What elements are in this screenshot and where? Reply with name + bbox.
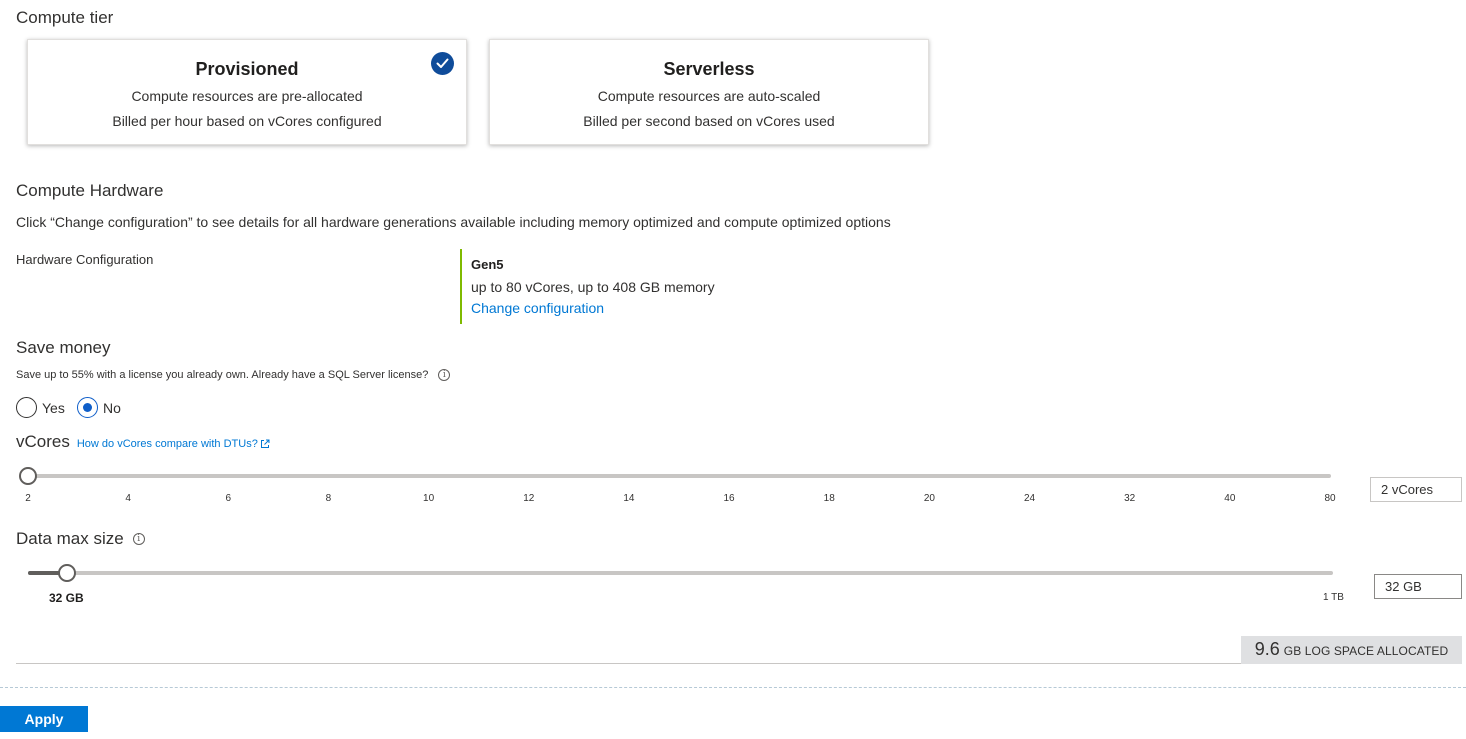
tier-description-line1: Compute resources are pre-allocated bbox=[131, 88, 363, 104]
hardware-spec: up to 80 vCores, up to 408 GB memory bbox=[471, 279, 715, 295]
vcores-tick-label: 2 bbox=[25, 493, 31, 504]
checkmark-icon bbox=[431, 52, 454, 75]
tier-description-line2: Billed per second based on vCores used bbox=[583, 113, 835, 129]
license-question: Save up to 55% with a license you alread… bbox=[16, 369, 451, 381]
vcores-header: vCores How do vCores compare with DTUs? bbox=[16, 432, 270, 452]
log-space-unit: GB LOG SPACE ALLOCATED bbox=[1283, 644, 1449, 658]
hardware-generation: Gen5 bbox=[471, 257, 504, 272]
change-configuration-link[interactable]: Change configuration bbox=[471, 300, 860, 316]
vcores-tick-label: 8 bbox=[325, 493, 332, 504]
vcores-tick-label: 16 bbox=[723, 493, 735, 504]
vcores-title: vCores bbox=[16, 432, 70, 451]
vcores-tick-label: 12 bbox=[523, 493, 535, 504]
vcores-tick-label: 20 bbox=[923, 493, 935, 504]
vcores-slider-thumb[interactable] bbox=[19, 467, 37, 485]
vcores-tick-label: 80 bbox=[1324, 493, 1336, 504]
divider bbox=[16, 663, 1241, 664]
vcores-tick-label: 40 bbox=[1224, 493, 1236, 504]
log-space-badge: 9.6 GB LOG SPACE ALLOCATED bbox=[1241, 636, 1462, 664]
tier-card-provisioned[interactable]: Provisioned Compute resources are pre-al… bbox=[27, 39, 467, 145]
data-size-slider-track[interactable] bbox=[28, 571, 1333, 575]
vcores-tick-label: 32 bbox=[1124, 493, 1136, 504]
radio-circle-selected[interactable] bbox=[77, 397, 98, 418]
vcores-slider-track[interactable] bbox=[28, 474, 1331, 478]
data-max-size-header: Data max size i bbox=[16, 529, 145, 549]
vcores-tick-label: 14 bbox=[623, 493, 635, 504]
data-size-slider-thumb[interactable] bbox=[58, 564, 77, 582]
footer-separator bbox=[0, 687, 1466, 688]
vcores-tick-label: 6 bbox=[225, 493, 232, 504]
radio-label: No bbox=[103, 399, 121, 416]
compute-hardware-title: Compute Hardware bbox=[16, 181, 164, 200]
tier-card-serverless[interactable]: Serverless Compute resources are auto-sc… bbox=[489, 39, 929, 145]
vcores-tick-label: 24 bbox=[1023, 493, 1036, 504]
tier-description-line2: Billed per hour based on vCores configur… bbox=[112, 113, 382, 129]
vcores-compare-link-text: How do vCores compare with DTUs? bbox=[76, 438, 258, 450]
tier-name: Serverless bbox=[663, 59, 755, 79]
radio-yes[interactable]: Yes bbox=[16, 397, 65, 418]
info-icon[interactable]: i bbox=[132, 533, 145, 545]
hardware-configuration-panel: Gen5 up to 80 vCores, up to 408 GB memor… bbox=[460, 249, 860, 324]
vcores-tick-label: 10 bbox=[423, 493, 435, 504]
tier-description-line1: Compute resources are auto-scaled bbox=[597, 88, 821, 104]
radio-label: Yes bbox=[42, 399, 65, 416]
log-space-value: 9.6 bbox=[1254, 639, 1280, 659]
info-icon[interactable]: i bbox=[438, 369, 451, 381]
compute-hardware-description: Click “Change configuration” to see deta… bbox=[16, 214, 891, 230]
data-max-size-title: Data max size bbox=[16, 529, 124, 548]
radio-no[interactable]: No bbox=[77, 397, 121, 418]
data-size-current-label: 32 GB bbox=[49, 591, 84, 605]
save-money-title: Save money bbox=[16, 338, 111, 357]
data-size-max-label: 1 TB bbox=[1323, 592, 1344, 603]
radio-circle[interactable] bbox=[16, 397, 37, 418]
hardware-configuration-label: Hardware Configuration bbox=[16, 252, 154, 267]
vcores-tick-label: 4 bbox=[125, 493, 131, 504]
vcores-value-input[interactable]: 2 vCores bbox=[1370, 477, 1462, 502]
tier-name: Provisioned bbox=[195, 59, 299, 79]
external-link-icon bbox=[260, 439, 270, 448]
vcores-tick-label: 18 bbox=[823, 493, 835, 504]
apply-button[interactable]: Apply bbox=[0, 706, 88, 732]
compute-tier-title: Compute tier bbox=[16, 8, 114, 27]
license-question-text: Save up to 55% with a license you alread… bbox=[16, 369, 429, 381]
vcores-compare-link[interactable]: How do vCores compare with DTUs? bbox=[77, 438, 270, 450]
data-size-value-input[interactable]: 32 GB bbox=[1374, 574, 1462, 599]
